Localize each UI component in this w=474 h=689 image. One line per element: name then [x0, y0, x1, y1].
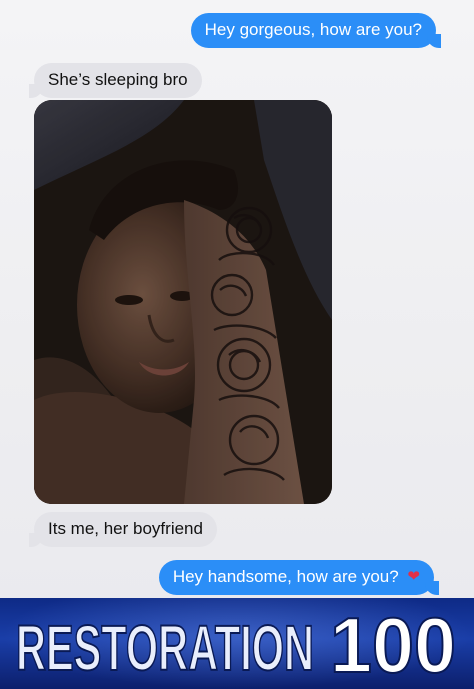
selfie-photo-image [34, 100, 332, 504]
restoration-banner: RESTORATION 100 [0, 598, 474, 689]
received-message-bubble[interactable]: She’s sleeping bro [29, 63, 202, 98]
imessage-conversation: Hey gorgeous, how are you? She’s sleepin… [0, 0, 474, 689]
sent-message-bubble[interactable]: Hey gorgeous, how are you? [190, 13, 442, 48]
message-text: Hey gorgeous, how are you? [204, 20, 422, 39]
message-text: She’s sleeping bro [48, 70, 188, 89]
banner-number: 100 [330, 602, 456, 686]
received-message-bubble[interactable]: Its me, her boyfriend [29, 512, 217, 547]
message-text: Its me, her boyfriend [48, 519, 203, 538]
message-text: Hey handsome, how are you? [172, 567, 399, 586]
banner-word: RESTORATION [16, 612, 314, 684]
banner-title: RESTORATION 100 [15, 602, 457, 686]
photo-attachment[interactable] [34, 100, 332, 504]
sent-message-bubble[interactable]: Hey handsome, how are you? ❤ [158, 560, 440, 595]
heart-emoji-icon: ❤ [407, 568, 420, 585]
